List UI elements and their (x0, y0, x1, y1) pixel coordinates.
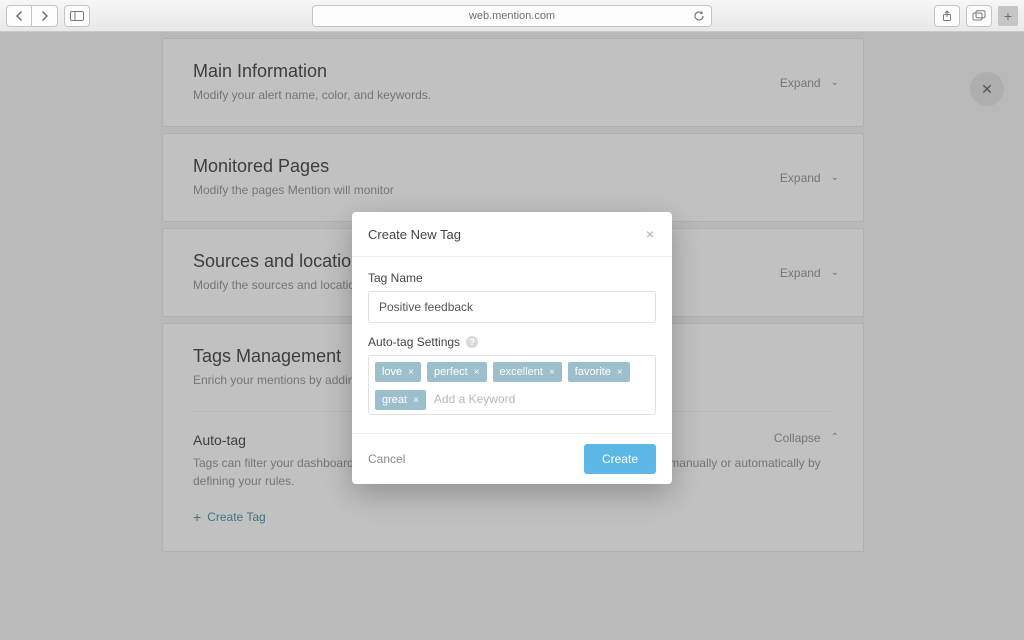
modal-body: Tag Name Auto-tag Settings ? love×perfec… (352, 257, 672, 433)
create-button[interactable]: Create (584, 444, 656, 474)
tabs-button[interactable] (966, 5, 992, 27)
remove-keyword-icon[interactable]: × (617, 367, 623, 378)
keyword-pill[interactable]: favorite × (568, 362, 630, 382)
keyword-pill-label: excellent (500, 366, 543, 378)
modal-header: Create New Tag × (352, 212, 672, 257)
tag-name-label: Tag Name (368, 271, 656, 285)
address-bar-text: web.mention.com (469, 10, 555, 22)
keyword-pillbox[interactable]: love × perfect × excellent × favorite × great × (368, 355, 656, 415)
reload-button[interactable] (693, 10, 705, 22)
cancel-button[interactable]: Cancel (368, 452, 405, 466)
sidebar-icon (70, 11, 84, 21)
modal-footer: Cancel Create (352, 433, 672, 484)
new-tab-button[interactable]: + (998, 6, 1018, 26)
tabs-icon (972, 10, 986, 21)
close-icon: × (646, 226, 654, 242)
modal-close-button[interactable]: × (644, 226, 656, 242)
tag-name-input[interactable] (368, 291, 656, 323)
keyword-pill-label: love (382, 366, 402, 378)
keyword-pill[interactable]: perfect × (427, 362, 486, 382)
keyword-pill-label: perfect (434, 366, 468, 378)
remove-keyword-icon[interactable]: × (474, 367, 480, 378)
auto-tag-label-text: Auto-tag Settings (368, 335, 460, 349)
remove-keyword-icon[interactable]: × (549, 367, 555, 378)
create-tag-modal: Create New Tag × Tag Name Auto-tag Setti… (352, 212, 672, 484)
remove-keyword-icon[interactable]: × (413, 395, 419, 406)
info-icon[interactable]: ? (466, 336, 478, 348)
keyword-pill-label: great (382, 394, 407, 406)
back-button[interactable] (6, 5, 32, 27)
remove-keyword-icon[interactable]: × (408, 367, 414, 378)
modal-title: Create New Tag (368, 227, 644, 242)
page: Main Information Modify your alert name,… (0, 32, 1024, 640)
keyword-input[interactable] (432, 388, 649, 412)
auto-tag-label: Auto-tag Settings ? (368, 335, 656, 349)
share-icon (941, 10, 953, 22)
address-bar[interactable]: web.mention.com (312, 5, 712, 27)
chevron-right-icon (41, 11, 49, 21)
plus-icon: + (1004, 9, 1012, 23)
keyword-pill[interactable]: excellent × (493, 362, 562, 382)
keyword-pill[interactable]: great × (375, 390, 426, 410)
chevron-left-icon (15, 11, 23, 21)
browser-toolbar: web.mention.com + (0, 0, 1024, 32)
keyword-pill[interactable]: love × (375, 362, 421, 382)
keyword-pill-label: favorite (575, 366, 611, 378)
share-button[interactable] (934, 5, 960, 27)
sidebar-toggle-button[interactable] (64, 5, 90, 27)
forward-button[interactable] (32, 5, 58, 27)
reload-icon (693, 10, 705, 22)
